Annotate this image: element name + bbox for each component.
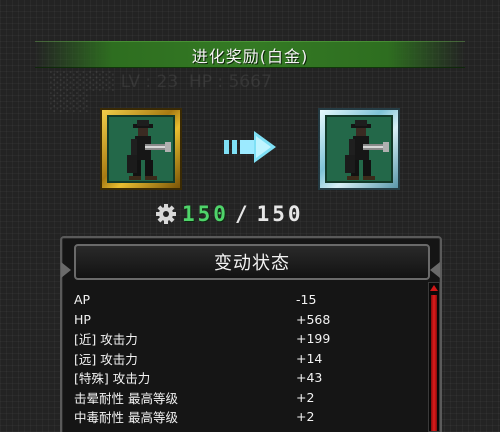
stat-value: +14 xyxy=(296,350,323,366)
ghost-line-1: ░░░░░ LV : 23 HP : 5667 xyxy=(50,72,272,92)
stat-row: 中毒耐性 最高等级 +2 xyxy=(74,407,414,427)
stat-row: HP +568 xyxy=(74,310,414,330)
gunslinger-sprite-icon xyxy=(127,120,171,180)
stat-row: 击晕耐性 最高等级 +2 xyxy=(74,388,414,408)
scroll-up-icon[interactable] xyxy=(430,285,438,291)
stat-name: HP xyxy=(74,311,91,327)
stat-value: -15 xyxy=(296,292,317,308)
level-counter: 150 / 150 xyxy=(156,201,304,227)
stat-name: [远] 攻击力 xyxy=(74,351,138,367)
status-panel-header: 变动状态 xyxy=(74,244,430,280)
unit-portrait-platinum xyxy=(325,115,393,183)
panel-left-ornament-icon xyxy=(61,262,71,278)
background-ghost-text: ░░░░░ LV : 23 HP : 5667 ░░░ xyxy=(50,72,350,114)
stat-list: AP -15 HP +568 [近] 攻击力 +199 [远] 攻击力 +14 … xyxy=(74,290,414,427)
level-current: 150 xyxy=(182,202,229,226)
stat-row: [特殊] 攻击力 +43 xyxy=(74,368,414,388)
stat-value: +199 xyxy=(296,331,331,347)
stat-name: [特殊] 攻击力 xyxy=(74,371,151,387)
right-arrow-icon xyxy=(224,131,276,163)
stat-list-scrollbar[interactable] xyxy=(428,282,440,432)
page-title: 进化奖励(白金) xyxy=(191,46,309,66)
stat-name: AP xyxy=(74,292,91,308)
stat-row: [近] 攻击力 +199 xyxy=(74,329,414,349)
stat-value: +568 xyxy=(296,311,331,327)
stat-row: [远] 攻击力 +14 xyxy=(74,349,414,369)
level-separator: / xyxy=(234,202,251,226)
gunslinger-sprite-icon xyxy=(345,120,389,180)
ghost-line-2: ░░░ xyxy=(50,93,90,113)
stat-name: [近] 攻击力 xyxy=(74,332,138,348)
panel-right-ornament-icon xyxy=(430,262,440,278)
gear-icon xyxy=(156,204,176,224)
stat-name: 击晕耐性 最高等级 xyxy=(74,390,178,406)
level-max: 150 xyxy=(256,202,304,226)
evolution-reward-screen: ░░░░░ LV : 23 HP : 5667 ░░░ 进化奖励(白金) 150… xyxy=(0,0,500,432)
stat-value: +2 xyxy=(296,409,315,425)
unit-portrait-gold xyxy=(107,115,175,183)
stat-row: AP -15 xyxy=(74,290,414,310)
title-banner: 进化奖励(白金) xyxy=(35,41,465,68)
status-panel-title: 变动状态 xyxy=(214,253,290,274)
stat-name: 中毒耐性 最高等级 xyxy=(74,410,178,426)
gold-unit-card[interactable] xyxy=(100,108,182,190)
stat-value: +43 xyxy=(296,370,323,386)
scrollbar-thumb[interactable] xyxy=(431,295,437,431)
stat-value: +2 xyxy=(296,389,315,405)
platinum-unit-card[interactable] xyxy=(318,108,400,190)
